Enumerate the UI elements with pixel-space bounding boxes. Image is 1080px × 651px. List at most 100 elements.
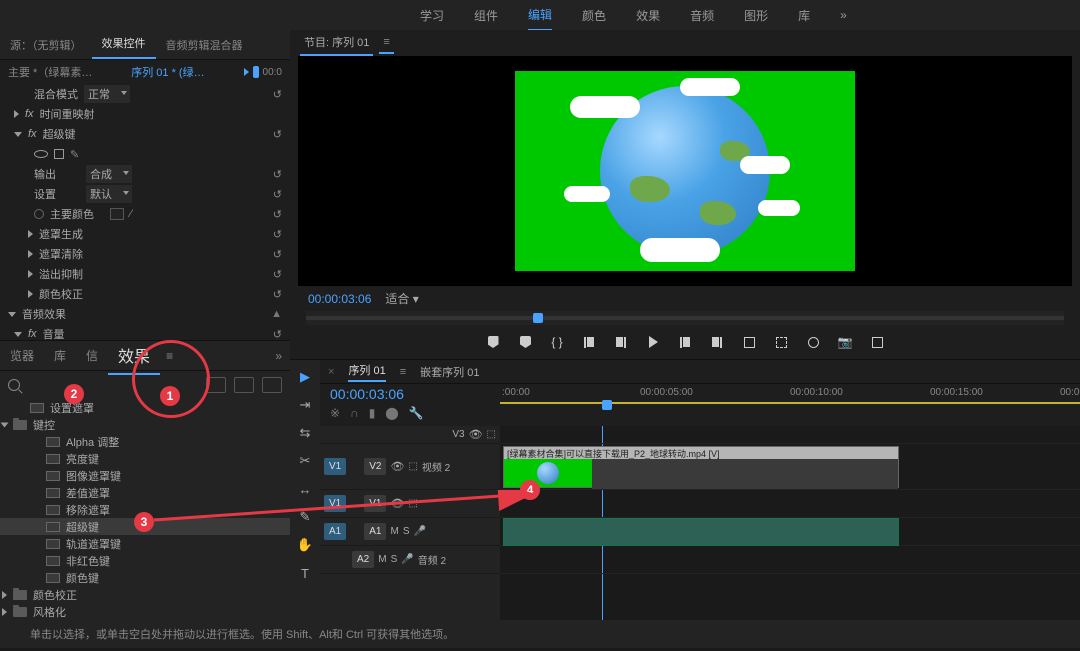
prog-tab-menu-icon[interactable]: ≡ [379,32,393,54]
menu-library[interactable]: 库 [798,1,810,30]
slip-tool-icon[interactable]: ↔ [296,480,314,498]
ef-colorcorr-folder[interactable]: 颜色校正 [0,586,290,603]
zoom-fit-dropdown[interactable]: 适合 ▾ [385,290,418,307]
ec-mattegen-row[interactable]: 遮罩生成↺ [0,224,290,244]
ec-matteclean-row[interactable]: 遮罩清除↺ [0,244,290,264]
blendmode-dropdown[interactable]: 正常 [84,85,130,103]
menu-graphics[interactable]: 图形 [744,1,768,30]
playhead-handle[interactable] [602,400,612,410]
track-select-tool-icon[interactable]: ⇥ [296,396,314,414]
menu-color[interactable]: 颜色 [582,1,606,30]
effects-tab-menu-icon[interactable]: ≡ [166,349,173,363]
ec-keycolor-row[interactable]: 主要颜色 ⁄ ↺ [0,204,290,224]
ec-blendmode-row[interactable]: 混合模式 正常 ↺ [0,84,290,104]
camera-icon[interactable]: 📷 [838,335,852,349]
mark-out-icon[interactable] [518,335,532,349]
effects-overflow-icon[interactable]: » [275,349,290,363]
program-scrubber[interactable] [306,311,1064,325]
razor-tool-icon[interactable]: ✂ [296,452,314,470]
program-tab[interactable]: 节目: 序列 01 [300,30,373,56]
ec-spill-row[interactable]: 溢出抑制↺ [0,264,290,284]
tab-effects[interactable]: 效果 [108,337,160,375]
ec-mini-timeline[interactable]: 00:0 [244,66,282,78]
filter-yuv-icon[interactable] [262,377,282,393]
tl-wrench-icon[interactable]: 🔧 [409,406,424,420]
eyedropper-icon[interactable]: ⁄ [130,208,132,220]
export-frame-icon[interactable] [806,335,820,349]
track-body[interactable]: [绿幕素材合集]可以直接下载用_P2_地球转动.mp4 [V] [500,426,1080,620]
audio-clip[interactable] [503,518,899,546]
reset-icon[interactable]: ↺ [273,208,282,221]
ef-nonred[interactable]: 非红色键 [0,552,290,569]
stopwatch-icon[interactable] [34,209,44,219]
menu-learn[interactable]: 学习 [420,1,444,30]
play-icon[interactable] [646,335,660,349]
ec-mask-shapes-row[interactable]: ✎ [0,144,290,164]
tab-effect-controls[interactable]: 效果控件 [92,29,156,59]
selection-tool-icon[interactable]: ▶ [296,368,314,386]
compare-icon[interactable] [870,335,884,349]
tl-settings-icon[interactable]: ⬤ [385,406,398,420]
ec-ultrakey-row[interactable]: fx 超级键 ↺ [0,124,290,144]
ef-alpha[interactable]: Alpha 调整 [0,433,290,450]
reset-icon[interactable]: ↺ [273,188,282,201]
hand-tool-icon[interactable]: ✋ [296,536,314,554]
tl-tab-seq1[interactable]: 序列 01 [348,362,385,382]
timeline-ruler[interactable]: :00:00 00:00:05:00 00:00:10:00 00:00:15:… [500,384,1080,426]
ef-preset-mask[interactable]: 设置遮罩 [0,399,290,416]
goto-in-icon[interactable] [582,335,596,349]
ef-diff[interactable]: 差值遮罩 [0,484,290,501]
track-head-a2[interactable]: A2 MS🎤 音频 2 [320,546,500,574]
lift-icon[interactable] [742,335,756,349]
track-head-v3[interactable]: V3👁⬚ [320,426,500,444]
menu-audio[interactable]: 音频 [690,1,714,30]
playhead-marker[interactable] [533,313,543,323]
ec-setting-row[interactable]: 设置 默认 ↺ [0,184,290,204]
ellipse-mask-icon[interactable] [34,150,48,158]
filter-accel-icon[interactable] [206,377,226,393]
ef-keying-folder[interactable]: 键控 [0,416,290,433]
extract-icon[interactable] [774,335,788,349]
marker-icon[interactable]: { } [550,335,564,349]
track-head-v2[interactable]: V1 V2 👁⬚ 视频 2 [320,444,500,490]
program-viewer[interactable] [298,56,1072,286]
track-head-v1[interactable]: V1 V1 👁⬚ [320,490,500,518]
tl-snap-icon[interactable]: ※ [330,406,340,420]
ef-img[interactable]: 图像遮罩键 [0,467,290,484]
pen-mask-icon[interactable]: ✎ [70,148,79,161]
ripple-tool-icon[interactable]: ⇆ [296,424,314,442]
tl-tab-nested[interactable]: 嵌套序列 01 [420,364,479,380]
video-clip[interactable]: [绿幕素材合集]可以直接下载用_P2_地球转动.mp4 [V] [503,446,899,488]
reset-icon[interactable]: ↺ [273,128,282,141]
ef-luma[interactable]: 亮度键 [0,450,290,467]
ef-color[interactable]: 颜色键 [0,569,290,586]
menu-effects-ws[interactable]: 效果 [636,1,660,30]
tab-source-none[interactable]: 源：（无剪辑） [0,31,92,59]
program-timecode[interactable]: 00:00:03:06 [308,292,371,306]
tl-marker-icon[interactable]: ▮ [369,406,376,420]
menu-assembly[interactable]: 组件 [474,1,498,30]
tl-link-icon[interactable]: ∩ [350,406,359,420]
pen-tool-icon[interactable]: ✎ [296,508,314,526]
menu-edit[interactable]: 编辑 [528,0,552,31]
tab-library[interactable]: 库 [44,341,76,370]
goto-out-icon[interactable] [710,335,724,349]
ec-seq-label[interactable]: 序列 01 * (绿… [131,64,204,80]
ec-colorcorr-row[interactable]: 颜色校正↺ [0,284,290,304]
step-back-icon[interactable] [614,335,628,349]
type-tool-icon[interactable]: T [296,564,314,582]
tab-info[interactable]: 信 [76,341,108,370]
ef-track[interactable]: 轨道遮罩键 [0,535,290,552]
timeline-timecode[interactable]: 00:00:03:06 [330,386,490,402]
mark-in-icon[interactable] [486,335,500,349]
ec-audiofx-row[interactable]: 音频效果▲ [0,304,290,324]
tab-browser[interactable]: 览器 [0,341,44,370]
filter-32bit-icon[interactable] [234,377,254,393]
output-dropdown[interactable]: 合成 [86,165,132,183]
setting-dropdown[interactable]: 默认 [86,185,132,203]
reset-icon[interactable]: ↺ [273,168,282,181]
reset-icon[interactable]: ↺ [273,88,282,101]
step-fwd-icon[interactable] [678,335,692,349]
search-icon[interactable] [8,379,20,391]
ec-output-row[interactable]: 输出 合成 ↺ [0,164,290,184]
